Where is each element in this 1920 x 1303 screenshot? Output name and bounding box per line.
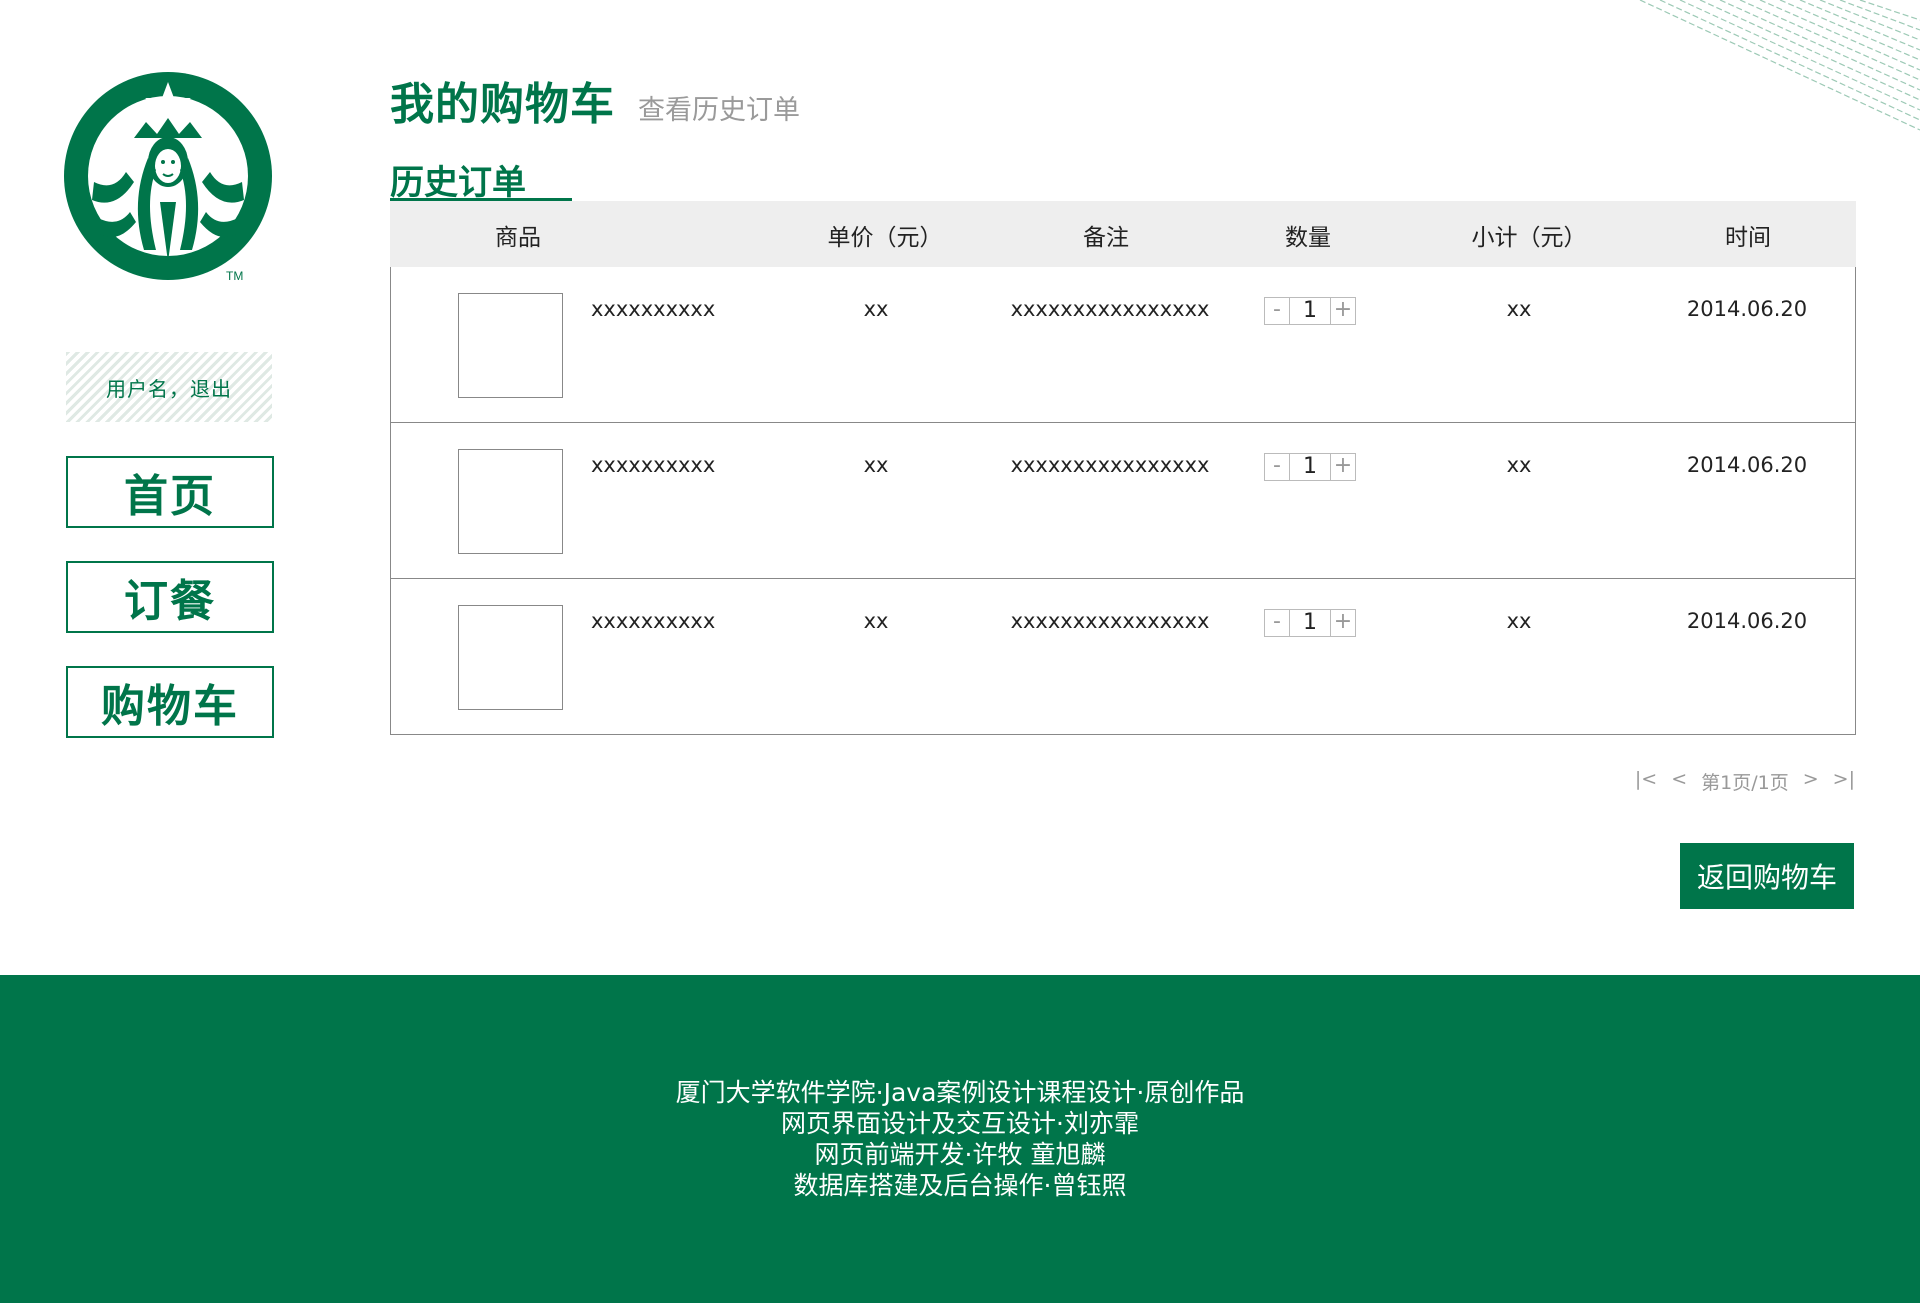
prev-page-link[interactable]: < <box>1671 768 1687 795</box>
qty-minus-button[interactable]: - <box>1265 454 1289 480</box>
nav-cart-button[interactable]: 购物车 <box>66 666 274 738</box>
quantity-stepper[interactable]: - 1 + <box>1264 453 1356 481</box>
product-name[interactable]: xxxxxxxxxx <box>591 297 715 321</box>
first-page-link[interactable]: |< <box>1635 768 1657 795</box>
qty-minus-button[interactable]: - <box>1265 610 1289 636</box>
section-title: 历史订单 <box>390 163 526 203</box>
unit-price: xx <box>863 297 889 321</box>
nav-order-label: 订餐 <box>124 576 216 627</box>
order-table: xxxxxxxxxx xx xxxxxxxxxxxxxxxx - 1 + xx … <box>390 267 1856 735</box>
unit-price: xx <box>863 609 889 633</box>
order-time: 2014.06.20 <box>1686 609 1808 633</box>
qty-plus-button[interactable]: + <box>1331 298 1355 324</box>
subtotal: xx <box>1506 453 1532 477</box>
col-header-note: 备注 <box>1083 225 1129 251</box>
svg-text:TM: TM <box>226 269 243 283</box>
col-header-quantity: 数量 <box>1285 225 1331 251</box>
qty-plus-button[interactable]: + <box>1331 454 1355 480</box>
footer: 厦门大学软件学院·Java案例设计课程设计·原创作品 网页界面设计及交互设计·刘… <box>0 975 1920 1303</box>
subtotal: xx <box>1506 297 1532 321</box>
unit-price: xx <box>863 453 889 477</box>
history-orders-link[interactable]: 查看历史订单 <box>638 88 800 127</box>
back-to-cart-button[interactable]: 返回购物车 <box>1680 843 1854 909</box>
product-name[interactable]: xxxxxxxxxx <box>591 609 715 633</box>
quantity-stepper[interactable]: - 1 + <box>1264 609 1356 637</box>
footer-line: 网页界面设计及交互设计·刘亦霏 <box>781 1109 1139 1138</box>
corner-decoration <box>1639 0 1920 131</box>
qty-value[interactable]: 1 <box>1289 298 1331 324</box>
qty-value[interactable]: 1 <box>1289 610 1331 636</box>
subtotal: xx <box>1506 609 1532 633</box>
table-header: 商品 单价（元） 备注 数量 小计（元） 时间 <box>390 201 1856 267</box>
table-row: xxxxxxxxxx xx xxxxxxxxxxxxxxxx - 1 + xx … <box>391 422 1855 578</box>
note: xxxxxxxxxxxxxxxx <box>1010 609 1210 633</box>
col-header-time: 时间 <box>1725 225 1771 251</box>
col-header-subtotal: 小计（元） <box>1471 225 1587 251</box>
last-page-link[interactable]: >| <box>1833 768 1855 795</box>
back-to-cart-label: 返回购物车 <box>1696 861 1837 894</box>
nav-home-label: 首页 <box>124 471 216 522</box>
footer-line: 厦门大学软件学院·Java案例设计课程设计·原创作品 <box>675 1078 1245 1107</box>
product-image[interactable] <box>458 605 563 710</box>
nav-home-button[interactable]: 首页 <box>66 456 274 528</box>
col-header-price: 单价（元） <box>827 225 943 251</box>
footer-line: 网页前端开发·许牧 童旭麟 <box>814 1140 1106 1169</box>
pagination: |< < 第1页/1页 > >| <box>1635 768 1855 795</box>
qty-value[interactable]: 1 <box>1289 454 1331 480</box>
table-row: xxxxxxxxxx xx xxxxxxxxxxxxxxxx - 1 + xx … <box>391 267 1855 422</box>
note: xxxxxxxxxxxxxxxx <box>1010 297 1210 321</box>
next-page-link[interactable]: > <box>1803 768 1819 795</box>
nav-order-button[interactable]: 订餐 <box>66 561 274 633</box>
product-image[interactable] <box>458 449 563 554</box>
page-info: 第1页/1页 <box>1701 772 1789 794</box>
nav-cart-label: 购物车 <box>101 681 239 732</box>
starbucks-logo[interactable]: TM <box>64 72 276 284</box>
order-time: 2014.06.20 <box>1686 297 1808 321</box>
quantity-stepper[interactable]: - 1 + <box>1264 297 1356 325</box>
col-header-product: 商品 <box>495 225 541 251</box>
product-image[interactable] <box>458 293 563 398</box>
table-row: xxxxxxxxxx xx xxxxxxxxxxxxxxxx - 1 + xx … <box>391 578 1855 734</box>
qty-minus-button[interactable]: - <box>1265 298 1289 324</box>
user-text[interactable]: 用户名，退出 <box>106 373 232 402</box>
product-name[interactable]: xxxxxxxxxx <box>591 453 715 477</box>
note: xxxxxxxxxxxxxxxx <box>1010 453 1210 477</box>
order-time: 2014.06.20 <box>1686 453 1808 477</box>
user-logout-link[interactable]: 用户名，退出 <box>66 352 272 422</box>
page-title: 我的购物车 <box>390 79 615 130</box>
footer-line: 数据库搭建及后台操作·曾钰照 <box>793 1171 1127 1200</box>
footer-credits: 厦门大学软件学院·Java案例设计课程设计·原创作品 网页界面设计及交互设计·刘… <box>0 1077 1920 1201</box>
qty-plus-button[interactable]: + <box>1331 610 1355 636</box>
